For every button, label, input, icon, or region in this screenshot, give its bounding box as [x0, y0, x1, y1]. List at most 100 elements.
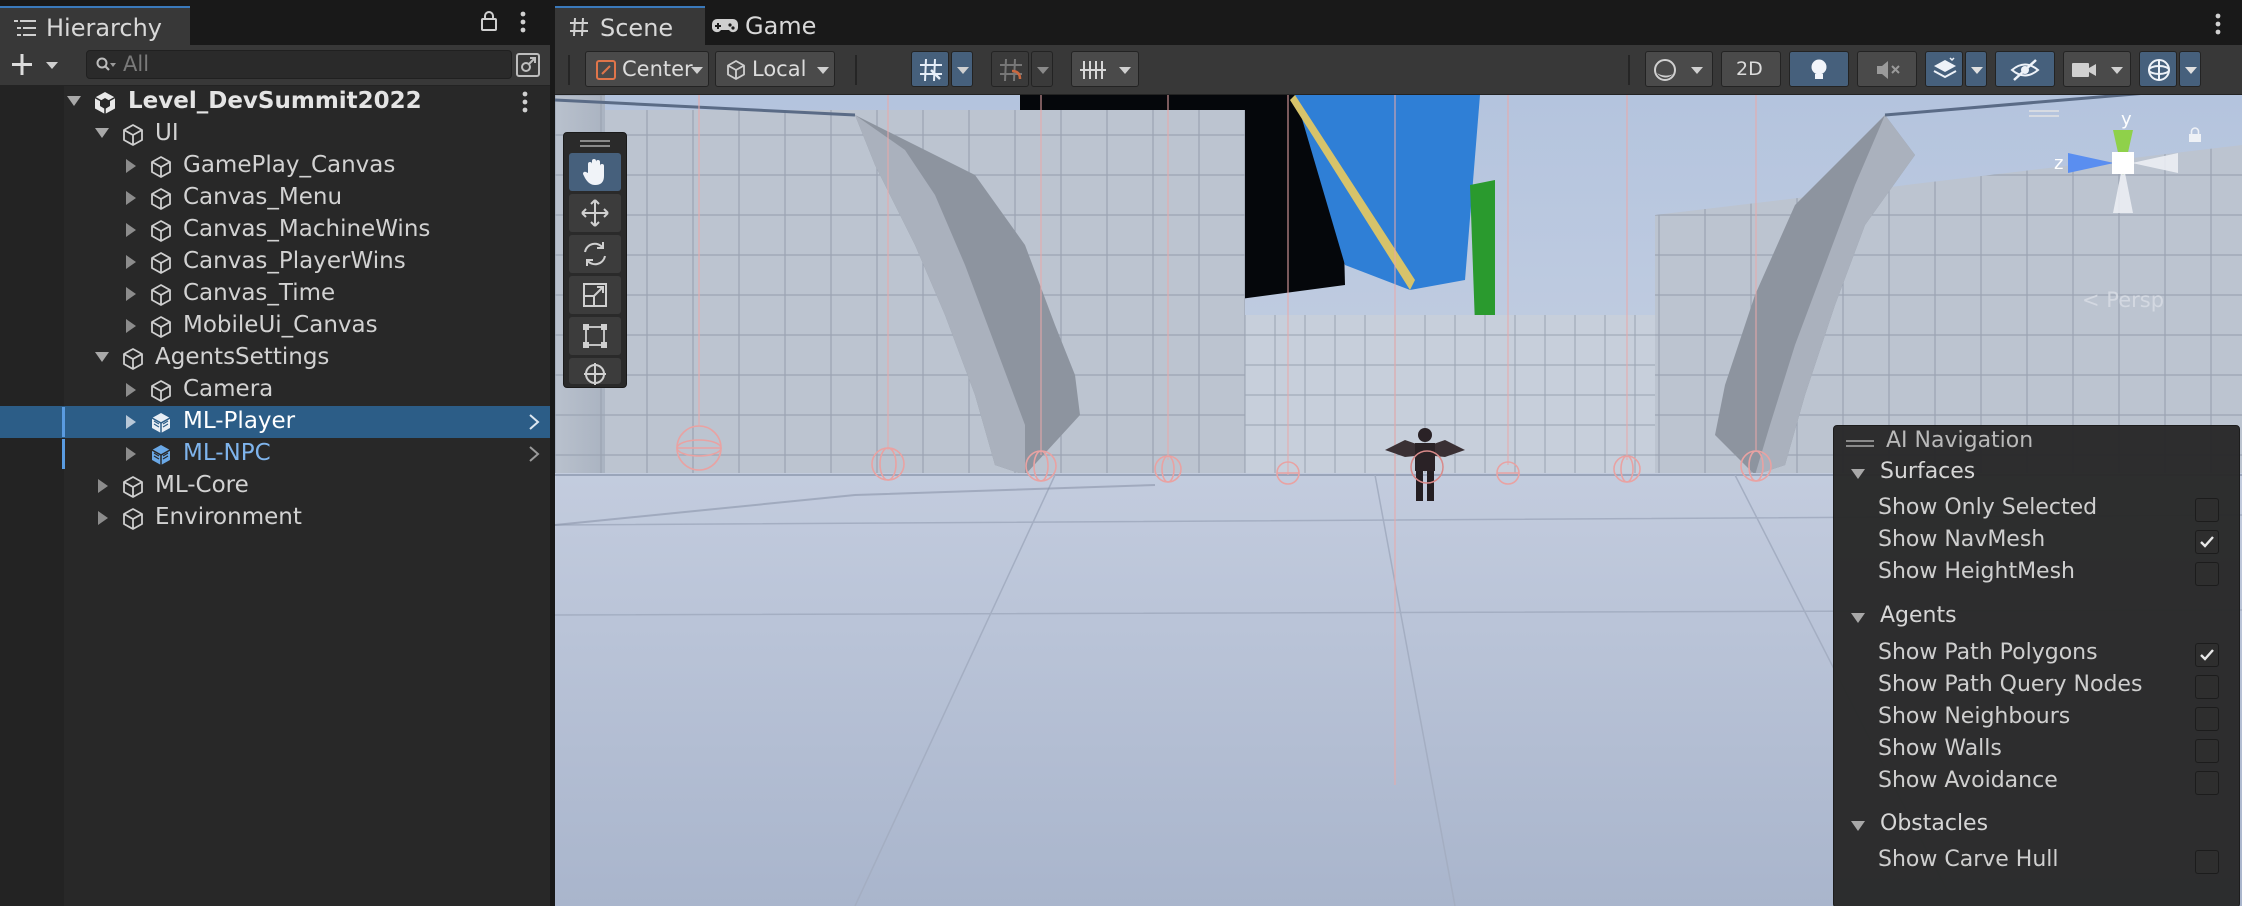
option-show-only-selected: Show Only Selected: [1878, 495, 2098, 520]
dropdown-arrow-icon: [1118, 66, 1132, 75]
gizmos-button[interactable]: [2139, 51, 2177, 87]
expand-arrow-icon[interactable]: [66, 94, 82, 108]
move-tool-button[interactable]: [569, 194, 621, 232]
rect-tool-button[interactable]: [569, 317, 621, 355]
tab-hierarchy[interactable]: Hierarchy: [0, 6, 190, 45]
collapsed-arrow-icon[interactable]: [124, 382, 138, 398]
lock-icon[interactable]: [480, 10, 498, 32]
grid-snap-button[interactable]: [911, 51, 949, 87]
chevron-right-icon[interactable]: [528, 414, 540, 430]
toggle-2d-button[interactable]: 2D: [1721, 51, 1781, 87]
pivot-rotation-dropdown[interactable]: Local: [715, 51, 835, 87]
collapsed-arrow-icon[interactable]: [124, 414, 138, 430]
chevron-right-icon[interactable]: [528, 446, 540, 462]
collapsed-arrow-icon[interactable]: [96, 478, 110, 494]
checkmark-icon: [2200, 536, 2214, 548]
scene-visibility-button[interactable]: [1995, 51, 2055, 87]
checkbox-show-only-selected[interactable]: [2195, 498, 2219, 522]
overlay-grip[interactable]: [580, 140, 610, 142]
tree-item-ml-core[interactable]: ML-Core: [0, 470, 550, 502]
tree-item-canvas-time[interactable]: Canvas_Time: [0, 278, 550, 310]
grid-hash-icon: [569, 17, 589, 37]
scene-tab-bar: Scene Game: [555, 0, 2242, 45]
grid-visibility-dropdown[interactable]: [1071, 51, 1139, 87]
scene-viewport[interactable]: y z < Persp AI Navigation Surfaces Show …: [555, 95, 2242, 906]
effects-button[interactable]: [1925, 51, 1963, 87]
checkbox-show-walls[interactable]: [2195, 739, 2219, 763]
expand-arrow-icon: [1850, 467, 1866, 481]
gameobject-cube-icon: [148, 218, 174, 244]
lighting-toggle-button[interactable]: [1789, 51, 1849, 87]
expand-arrow-icon[interactable]: [94, 350, 110, 364]
checkbox-show-avoidance[interactable]: [2195, 771, 2219, 795]
collapsed-arrow-icon[interactable]: [96, 510, 110, 526]
perspective-toggle[interactable]: < Persp: [2082, 288, 2164, 312]
kebab-menu-icon[interactable]: [2213, 12, 2223, 36]
effects-dropdown[interactable]: [1965, 51, 1987, 87]
tree-item-environment[interactable]: Environment: [0, 502, 550, 534]
expand-arrow-icon[interactable]: [94, 126, 110, 140]
tree-item-canvas-menu[interactable]: Canvas_Menu: [0, 182, 550, 214]
grid-visibility-icon: [1078, 57, 1108, 83]
checkbox-show-heightmesh[interactable]: [2195, 562, 2219, 586]
scene-tools-overlay: [563, 132, 627, 388]
tree-item-label: AgentsSettings: [155, 344, 330, 370]
orientation-gizmo[interactable]: y z: [2048, 95, 2198, 265]
collapsed-arrow-icon[interactable]: [124, 446, 138, 462]
section-label: Surfaces: [1880, 459, 1976, 484]
gizmos-dropdown[interactable]: [2179, 51, 2201, 87]
expand-arrow-icon: [1850, 819, 1866, 833]
add-object-button[interactable]: [10, 51, 60, 79]
kebab-menu-icon[interactable]: [518, 10, 528, 34]
scene-root-row[interactable]: Level_DevSummit2022: [0, 86, 550, 118]
rotate-tool-button[interactable]: [569, 235, 621, 273]
search-scope-icon[interactable]: [514, 51, 542, 79]
audio-mute-icon: [1874, 58, 1902, 82]
transform-tool-button[interactable]: [569, 358, 621, 385]
scene-toolbar: Center Local 2D: [555, 45, 2242, 95]
tab-scene[interactable]: Scene: [555, 6, 705, 45]
hand-tool-button[interactable]: [569, 153, 621, 191]
collapsed-arrow-icon[interactable]: [124, 158, 138, 174]
tree-item-canvas-playerwins[interactable]: Canvas_PlayerWins: [0, 246, 550, 278]
pivot-rotation-label: Local: [752, 57, 807, 81]
gizmo-z-label: z: [2054, 153, 2063, 174]
search-input[interactable]: [123, 53, 493, 75]
pivot-mode-dropdown[interactable]: Center: [585, 51, 709, 87]
checkbox-show-carve-hull[interactable]: [2195, 850, 2219, 874]
tree-item-ml-npc[interactable]: ML-NPC: [0, 438, 550, 470]
option-show-carve-hull: Show Carve Hull: [1878, 847, 2059, 872]
collapsed-arrow-icon[interactable]: [124, 286, 138, 302]
tree-item-camera[interactable]: Camera: [0, 374, 550, 406]
search-field[interactable]: [86, 50, 512, 79]
tree-item-mobileui-canvas[interactable]: MobileUi_Canvas: [0, 310, 550, 342]
tree-item-ui[interactable]: UI: [0, 118, 550, 150]
collapsed-arrow-icon[interactable]: [124, 254, 138, 270]
collapsed-arrow-icon[interactable]: [124, 318, 138, 334]
audio-toggle-button[interactable]: [1857, 51, 1917, 87]
collapsed-arrow-icon[interactable]: [124, 222, 138, 238]
increment-snap-button[interactable]: [991, 51, 1029, 87]
checkbox-show-navmesh[interactable]: [2195, 530, 2219, 554]
grid-snap-dropdown[interactable]: [951, 51, 973, 87]
tab-game[interactable]: Game: [705, 6, 835, 45]
tree-item-agentssettings[interactable]: AgentsSettings: [0, 342, 550, 374]
gameobject-cube-icon: [148, 378, 174, 404]
collapsed-arrow-icon[interactable]: [124, 190, 138, 206]
scale-tool-button[interactable]: [569, 276, 621, 314]
checkbox-show-path-polygons[interactable]: [2195, 643, 2219, 667]
overlay-grip[interactable]: [1846, 440, 1874, 442]
scene-kebab-icon[interactable]: [520, 90, 530, 114]
tree-item-canvas-machinewins[interactable]: Canvas_MachineWins: [0, 214, 550, 246]
tree-item-ml-player[interactable]: ML-Player: [0, 406, 550, 438]
draw-mode-dropdown[interactable]: [1645, 51, 1713, 87]
checkbox-show-neighbours[interactable]: [2195, 707, 2219, 731]
tree-item-gameplay-canvas[interactable]: GamePlay_Canvas: [0, 150, 550, 182]
checkbox-show-path-query-nodes[interactable]: [2195, 675, 2219, 699]
tree-item-label: UI: [155, 120, 179, 146]
tree-item-label: ML-Core: [155, 472, 249, 498]
camera-settings-dropdown[interactable]: [2063, 51, 2131, 87]
option-show-path-query-nodes: Show Path Query Nodes: [1878, 672, 2143, 697]
ai-navigation-title: AI Navigation: [1886, 428, 2034, 453]
increment-snap-dropdown[interactable]: [1031, 51, 1053, 87]
